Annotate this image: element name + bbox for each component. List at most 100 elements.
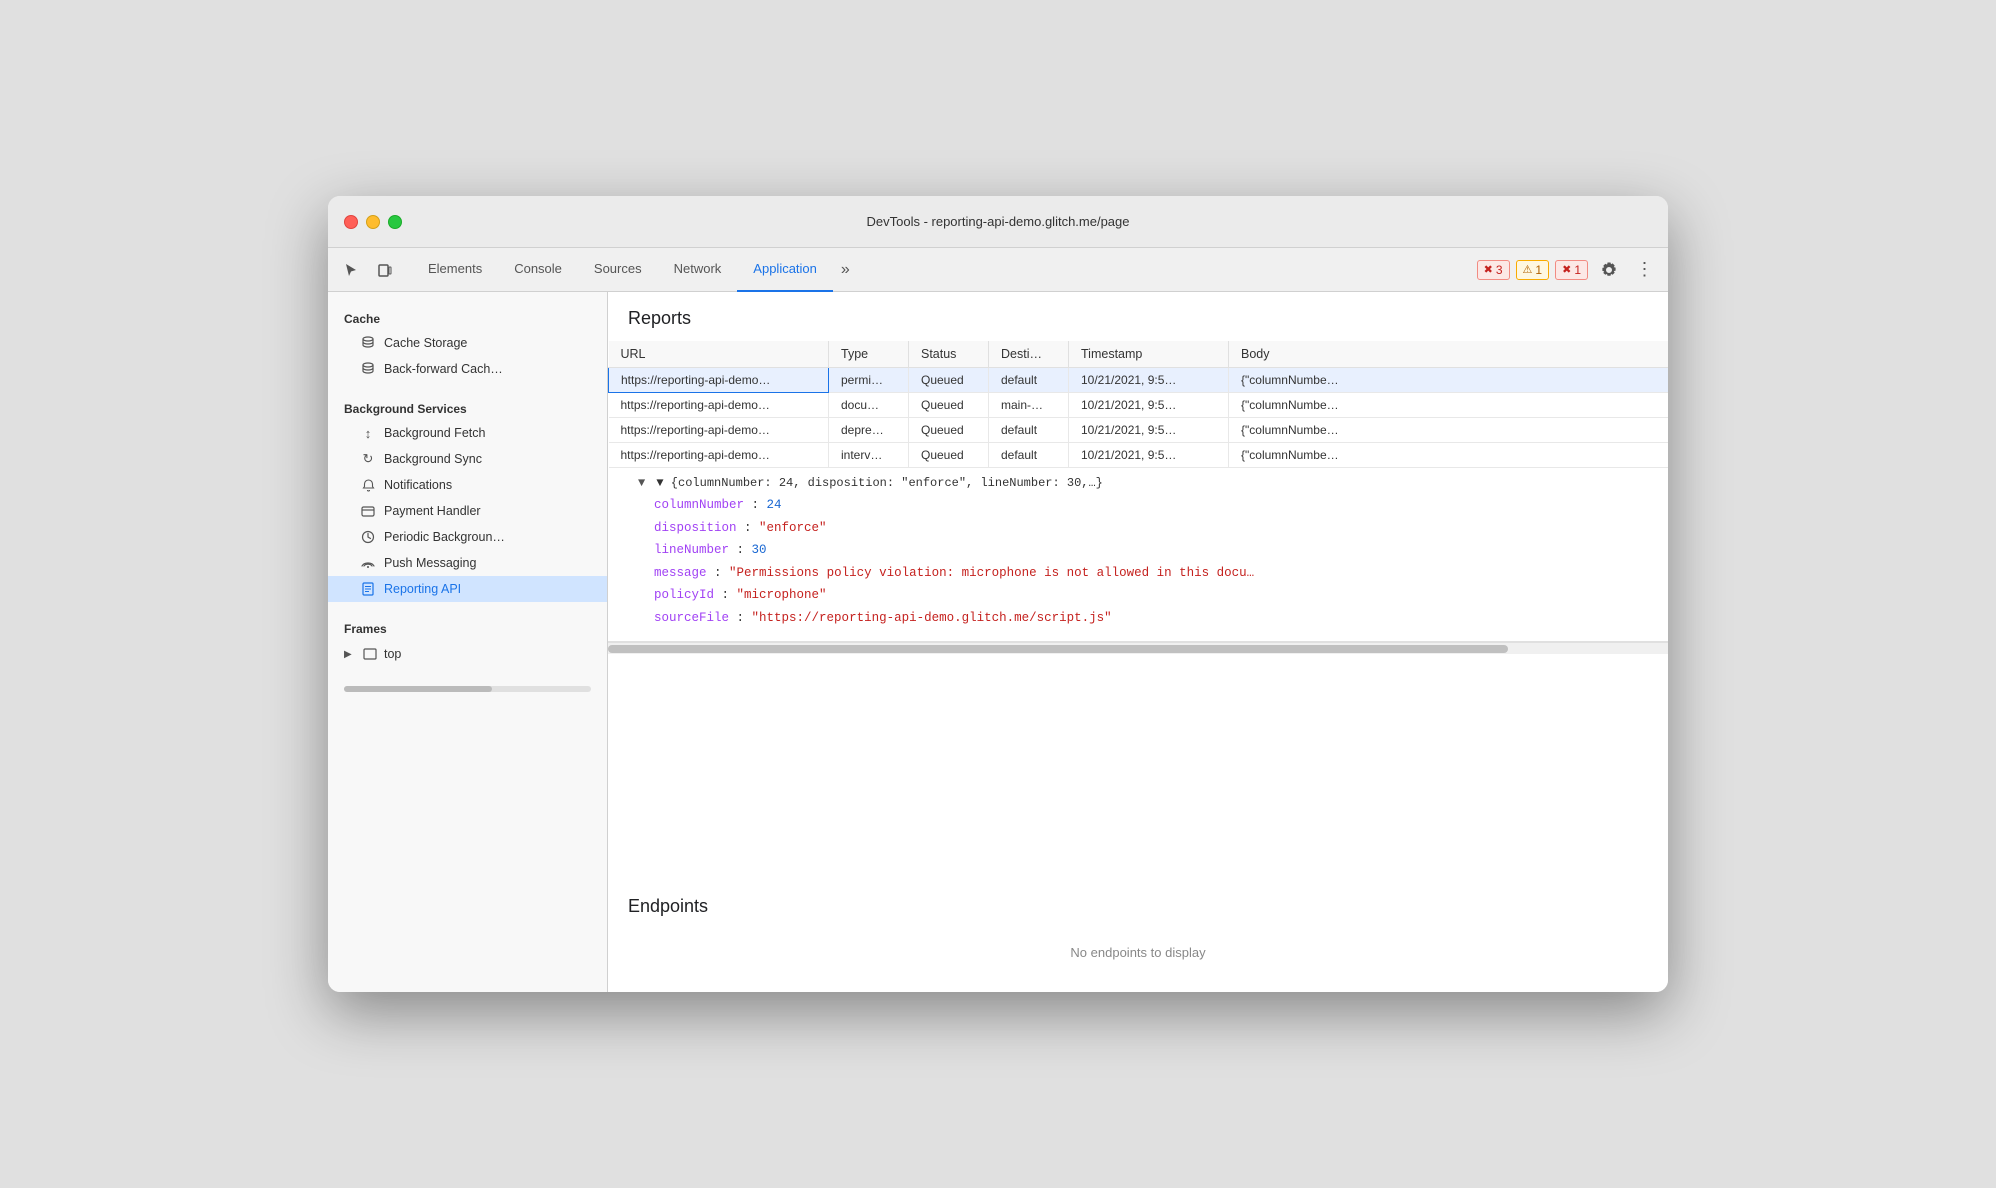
toolbar-icon-group	[336, 255, 400, 285]
row2-type: docu…	[829, 393, 909, 418]
reporting-api-label: Reporting API	[384, 582, 461, 596]
sidebar-item-notifications[interactable]: Notifications	[328, 472, 607, 498]
col-url: URL	[609, 341, 829, 368]
tab-elements[interactable]: Elements	[412, 248, 498, 292]
back-forward-icon	[360, 361, 376, 377]
col-status: Status	[909, 341, 989, 368]
push-messaging-label: Push Messaging	[384, 556, 476, 570]
expand-arrow-icon: ▼	[638, 476, 645, 490]
row3-body: {"columnNumbe…	[1229, 418, 1669, 443]
expand-arrow-icon: ▶	[344, 649, 356, 660]
no-endpoints-message: No endpoints to display	[628, 929, 1648, 976]
scrollbar-thumb	[608, 645, 1508, 653]
maximize-button[interactable]	[388, 215, 402, 229]
endpoints-title: Endpoints	[628, 896, 1648, 917]
more-options-button[interactable]: ⋮	[1630, 255, 1660, 285]
close-button[interactable]	[344, 215, 358, 229]
reports-title: Reports	[608, 292, 1668, 341]
row3-destination: default	[989, 418, 1069, 443]
horizontal-scrollbar[interactable]	[608, 642, 1668, 654]
sidebar-item-top-frame[interactable]: ▶ top	[328, 640, 607, 668]
traffic-lights	[344, 215, 402, 229]
table-row[interactable]: https://reporting-api-demo… depre… Queue…	[609, 418, 1669, 443]
sidebar-item-payment-handler[interactable]: Payment Handler	[328, 498, 607, 524]
minimize-button[interactable]	[366, 215, 380, 229]
table-row[interactable]: https://reporting-api-demo… permi… Queue…	[609, 368, 1669, 393]
table-row[interactable]: https://reporting-api-demo… interv… Queu…	[609, 443, 1669, 468]
error-icon: ✖	[1484, 263, 1493, 276]
row1-status: Queued	[909, 368, 989, 393]
content-area: Reports URL Type Status Desti… Timestamp…	[608, 292, 1668, 992]
sidebar-item-reporting-api[interactable]: Reporting API	[328, 576, 607, 602]
cursor-icon[interactable]	[336, 255, 366, 285]
sidebar-item-back-forward-cache[interactable]: Back-forward Cach…	[328, 356, 607, 382]
endpoints-section: Endpoints No endpoints to display	[608, 880, 1668, 992]
warning-icon: ⚠	[1523, 263, 1533, 276]
row1-destination: default	[989, 368, 1069, 393]
window-title: DevTools - reporting-api-demo.glitch.me/…	[866, 214, 1129, 229]
background-sync-icon: ↻	[360, 451, 376, 467]
tab-application[interactable]: Application	[737, 248, 833, 292]
error-count: 3	[1496, 263, 1503, 277]
detail-line-column-number: columnNumber : 24	[638, 494, 1648, 517]
detail-header-text: ▼ {columnNumber: 24, disposition: "enfor…	[656, 476, 1102, 490]
detail-line-policy-id: policyId : "microphone"	[638, 584, 1648, 607]
more-tabs-button[interactable]: »	[833, 248, 858, 292]
bg-services-section-label: Background Services	[328, 394, 607, 420]
tab-network[interactable]: Network	[658, 248, 738, 292]
reports-table: URL Type Status Desti… Timestamp Body ht…	[608, 341, 1668, 468]
col-body: Body	[1229, 341, 1669, 368]
push-messaging-icon	[360, 555, 376, 571]
frames-section-label: Frames	[328, 614, 607, 640]
error2-count: 1	[1574, 263, 1581, 277]
sidebar-item-background-fetch[interactable]: ↕ Background Fetch	[328, 420, 607, 446]
col-type: Type	[829, 341, 909, 368]
row4-body: {"columnNumbe…	[1229, 443, 1669, 468]
table-row[interactable]: https://reporting-api-demo… docu… Queued…	[609, 393, 1669, 418]
detail-line-disposition: disposition : "enforce"	[638, 517, 1648, 540]
row4-timestamp: 10/21/2021, 9:5…	[1069, 443, 1229, 468]
sidebar: Cache Cache Storage	[328, 292, 608, 992]
top-frame-label: top	[384, 647, 401, 661]
sidebar-item-periodic-background[interactable]: Periodic Backgroun…	[328, 524, 607, 550]
warning-count-badge[interactable]: ⚠ 1	[1516, 260, 1550, 280]
tab-sources[interactable]: Sources	[578, 248, 658, 292]
frame-icon	[362, 646, 378, 662]
tab-console[interactable]: Console	[498, 248, 578, 292]
cache-section-label: Cache	[328, 304, 607, 330]
row3-status: Queued	[909, 418, 989, 443]
expanded-detail: ▼ ▼ {columnNumber: 24, disposition: "enf…	[608, 468, 1668, 642]
sidebar-item-cache-storage[interactable]: Cache Storage	[328, 330, 607, 356]
sidebar-item-push-messaging[interactable]: Push Messaging	[328, 550, 607, 576]
warning-count: 1	[1535, 263, 1542, 277]
row4-status: Queued	[909, 443, 989, 468]
row3-url: https://reporting-api-demo…	[609, 418, 829, 443]
row4-destination: default	[989, 443, 1069, 468]
error-count-badge[interactable]: ✖ 3	[1477, 260, 1510, 280]
cache-storage-label: Cache Storage	[384, 336, 467, 350]
notifications-label: Notifications	[384, 478, 452, 492]
back-forward-label: Back-forward Cach…	[384, 362, 503, 376]
sidebar-item-background-sync[interactable]: ↻ Background Sync	[328, 446, 607, 472]
periodic-background-label: Periodic Backgroun…	[384, 530, 505, 544]
reports-section: Reports URL Type Status Desti… Timestamp…	[608, 292, 1668, 880]
error-badge2[interactable]: ✖ 1	[1555, 260, 1588, 280]
row2-timestamp: 10/21/2021, 9:5…	[1069, 393, 1229, 418]
payment-handler-icon	[360, 503, 376, 519]
row1-body: {"columnNumbe…	[1229, 368, 1669, 393]
reporting-api-icon	[360, 581, 376, 597]
device-toggle-icon[interactable]	[370, 255, 400, 285]
row3-timestamp: 10/21/2021, 9:5…	[1069, 418, 1229, 443]
toolbar-right: ✖ 3 ⚠ 1 ✖ 1 ⋮	[1477, 255, 1660, 285]
row1-timestamp: 10/21/2021, 9:5…	[1069, 368, 1229, 393]
error2-icon: ✖	[1562, 263, 1571, 276]
cache-storage-icon	[360, 335, 376, 351]
detail-line-message: message : "Permissions policy violation:…	[638, 562, 1648, 585]
reports-table-container: URL Type Status Desti… Timestamp Body ht…	[608, 341, 1668, 468]
periodic-background-icon	[360, 529, 376, 545]
col-timestamp: Timestamp	[1069, 341, 1229, 368]
settings-button[interactable]	[1594, 255, 1624, 285]
tabs-bar: Elements Console Sources Network Applica…	[412, 248, 1477, 292]
notifications-icon	[360, 477, 376, 493]
background-fetch-icon: ↕	[360, 425, 376, 441]
